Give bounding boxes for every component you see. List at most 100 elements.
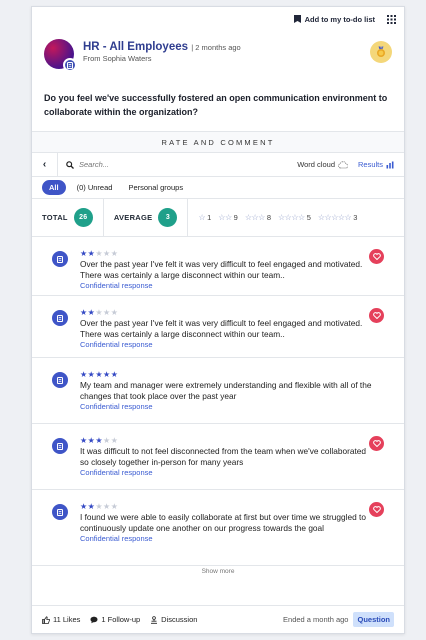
total-count-badge: 26 bbox=[73, 208, 93, 227]
heart-icon[interactable] bbox=[369, 249, 384, 264]
post-author: From Sophia Waters bbox=[83, 54, 152, 63]
filter-all-tab[interactable]: All bbox=[42, 180, 66, 195]
discussion-icon bbox=[151, 615, 158, 624]
star-icon: ★ bbox=[103, 308, 111, 317]
results-button[interactable]: Results bbox=[358, 160, 394, 169]
anonymous-user-icon bbox=[52, 438, 68, 454]
followups-count: 1 Follow-up bbox=[101, 615, 141, 624]
back-chevron-icon[interactable]: ‹ bbox=[32, 152, 58, 177]
star-icon: ★ bbox=[95, 249, 104, 258]
show-more-link[interactable]: Show more bbox=[32, 566, 404, 578]
grid-menu-icon[interactable] bbox=[387, 14, 396, 24]
anonymous-user-icon bbox=[52, 504, 68, 520]
discussion-button[interactable]: Discussion bbox=[150, 615, 197, 624]
anonymous-user-icon bbox=[52, 372, 68, 388]
heart-icon[interactable] bbox=[369, 308, 384, 323]
add-to-todo-label: Add to my to-do list bbox=[304, 14, 375, 24]
total-label: TOTAL bbox=[42, 213, 68, 222]
search-box bbox=[66, 160, 297, 169]
rating-4-star-count: ☆☆☆☆ 5 bbox=[278, 213, 311, 222]
star-icon: ★ bbox=[110, 502, 119, 511]
followups-button[interactable]: 1 Follow-up bbox=[90, 615, 140, 624]
group-name-link[interactable]: HR - All Employees bbox=[83, 41, 188, 53]
bar-chart-icon bbox=[386, 161, 394, 168]
post-time: | 2 months ago bbox=[191, 43, 241, 52]
rating-1-star-count: ☆ 1 bbox=[198, 213, 212, 222]
response-rating-stars: ★★★★★ bbox=[80, 308, 374, 317]
star-icon: ★ bbox=[95, 370, 104, 379]
star-outline-icon: ☆☆ bbox=[218, 213, 232, 222]
star-icon: ★ bbox=[110, 249, 119, 258]
star-icon: ★ bbox=[80, 249, 88, 258]
star-outline-icon: ☆ bbox=[198, 213, 206, 222]
filter-tabs: All (0) Unread Personal groups bbox=[32, 177, 404, 199]
survey-badge-icon bbox=[63, 58, 77, 72]
comment-icon bbox=[90, 616, 98, 623]
rating-5-star-count: ☆☆☆☆☆ 3 bbox=[317, 213, 358, 222]
ended-status: Ended a month ago bbox=[283, 615, 349, 624]
heart-icon[interactable] bbox=[369, 502, 384, 517]
average-value-badge: 3 bbox=[158, 208, 178, 227]
star-icon: ★ bbox=[80, 436, 88, 445]
star-icon: ★ bbox=[103, 436, 111, 445]
rating-2-star-count: ☆☆ 9 bbox=[218, 213, 238, 222]
response-rating-stars: ★★★★★ bbox=[80, 436, 374, 445]
star-icon: ★ bbox=[80, 502, 88, 511]
star-icon: ★ bbox=[103, 249, 111, 258]
total-stat: TOTAL 26 bbox=[32, 199, 104, 236]
confidential-response-label: Confidential response bbox=[80, 468, 153, 477]
group-avatar[interactable] bbox=[44, 39, 77, 72]
star-icon: ★ bbox=[110, 370, 119, 379]
add-to-todo-button[interactable]: Add to my to-do list bbox=[293, 14, 375, 24]
likes-button[interactable]: 11 Likes bbox=[42, 615, 80, 624]
star-icon: ★ bbox=[103, 370, 111, 379]
filter-personal-groups-tab[interactable]: Personal groups bbox=[123, 180, 188, 195]
star-icon: ★ bbox=[110, 308, 119, 317]
confidential-response-label: Confidential response bbox=[80, 340, 153, 349]
star-icon: ★ bbox=[80, 308, 88, 317]
response-item[interactable]: ★★★★★ My team and manager were extremely … bbox=[32, 358, 404, 424]
response-item[interactable]: ★★★★★ Over the past year I've felt it was… bbox=[32, 296, 404, 358]
response-text: Over the past year I've felt it was very… bbox=[80, 318, 363, 339]
star-outline-icon: ☆☆☆☆☆ bbox=[317, 213, 352, 222]
confidential-response-label: Confidential response bbox=[80, 281, 153, 290]
response-text: I found we were able to easily collabora… bbox=[80, 512, 366, 533]
average-label: AVERAGE bbox=[113, 213, 153, 222]
anonymous-user-icon bbox=[52, 251, 68, 267]
word-cloud-icon bbox=[338, 160, 348, 168]
response-text: It was difficult to not feel disconnecte… bbox=[80, 446, 366, 467]
star-outline-icon: ☆☆☆☆ bbox=[278, 213, 305, 222]
response-item[interactable]: ★★★★★ It was difficult to not feel discon… bbox=[32, 424, 404, 490]
response-rating-stars: ★★★★★ bbox=[80, 370, 374, 379]
thumbs-up-icon bbox=[42, 615, 50, 624]
star-outline-icon: ☆☆☆ bbox=[244, 213, 266, 222]
bookmark-icon bbox=[293, 15, 301, 23]
star-icon: ★ bbox=[103, 502, 111, 511]
likes-count: 11 Likes bbox=[53, 615, 81, 624]
star-icon: ★ bbox=[95, 436, 104, 445]
response-rating-stars: ★★★★★ bbox=[80, 502, 374, 511]
average-stat: AVERAGE 3 bbox=[104, 199, 189, 236]
post-footer: 11 Likes 1 Follow-up Discussion Ended a … bbox=[32, 605, 404, 633]
confidential-response-label: Confidential response bbox=[80, 402, 153, 411]
search-input[interactable] bbox=[79, 160, 169, 169]
results-label: Results bbox=[357, 160, 383, 169]
word-cloud-button[interactable]: Word cloud bbox=[297, 160, 348, 169]
response-item[interactable]: ★★★★★ I found we were able to easily coll… bbox=[32, 490, 404, 566]
medal-icon bbox=[370, 41, 392, 63]
question-type-badge: Question bbox=[353, 612, 394, 627]
filter-unread-tab[interactable]: (0) Unread bbox=[72, 180, 118, 195]
rating-distribution: ☆ 1 ☆☆ 9 ☆☆☆ 8 ☆☆☆☆ 5 ☆☆☆☆☆ 3 bbox=[188, 213, 357, 222]
results-toolbar: ‹ Word cloud Results bbox=[32, 152, 404, 177]
rating-3-star-count: ☆☆☆ 8 bbox=[244, 213, 271, 222]
star-icon: ★ bbox=[110, 436, 119, 445]
post-header: HR - All Employees | 2 months ago From S… bbox=[32, 31, 404, 85]
post-card: Add to my to-do list HR - All Employees … bbox=[31, 6, 405, 634]
response-rating-stars: ★★★★★ bbox=[80, 249, 374, 258]
heart-icon[interactable] bbox=[369, 436, 384, 451]
discussion-label: Discussion bbox=[161, 615, 198, 624]
rating-stats: TOTAL 26 AVERAGE 3 ☆ 1 ☆☆ 9 ☆☆☆ 8 ☆☆☆☆ 5 ☆☆☆☆☆ 3 bbox=[32, 199, 404, 237]
response-item[interactable]: ★★★★★ Over the past year I've felt it was… bbox=[32, 237, 404, 296]
star-icon: ★ bbox=[95, 308, 104, 317]
section-title: RATE AND COMMENT bbox=[32, 131, 404, 153]
